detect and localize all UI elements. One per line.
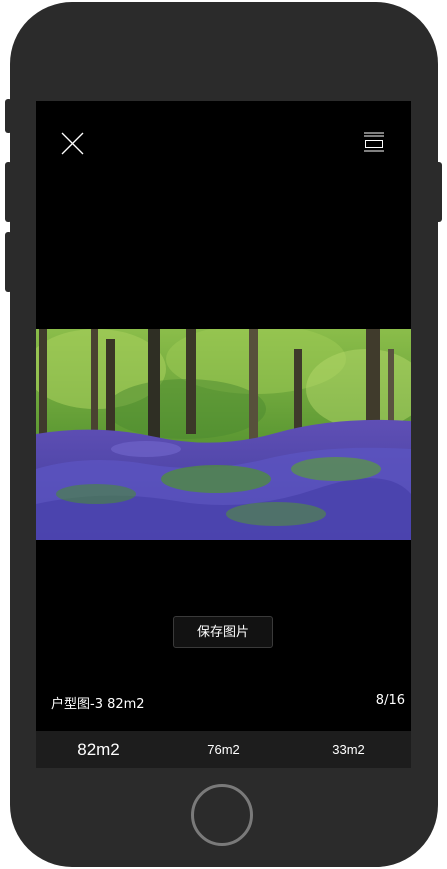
image-counter: 8/16 [375, 693, 405, 708]
forest-bluebell-image [36, 329, 411, 540]
close-button[interactable] [56, 127, 88, 159]
tab-82m2[interactable]: 82m2 [36, 731, 161, 768]
close-icon [61, 132, 84, 155]
tab-76m2[interactable]: 76m2 [161, 731, 286, 768]
menu-icon [364, 132, 384, 152]
image-viewer-screen: 保存图片 户型图-3 82m2 8/16 82m2 76m2 33m2 [36, 101, 411, 768]
menu-button[interactable] [356, 129, 390, 157]
save-image-button[interactable]: 保存图片 [173, 616, 273, 648]
tab-33m2[interactable]: 33m2 [286, 731, 411, 768]
home-button[interactable] [191, 784, 253, 846]
image-caption: 户型图-3 82m2 [51, 697, 145, 712]
floorplan-photo[interactable] [36, 329, 411, 540]
unit-size-tabbar: 82m2 76m2 33m2 [36, 731, 411, 768]
